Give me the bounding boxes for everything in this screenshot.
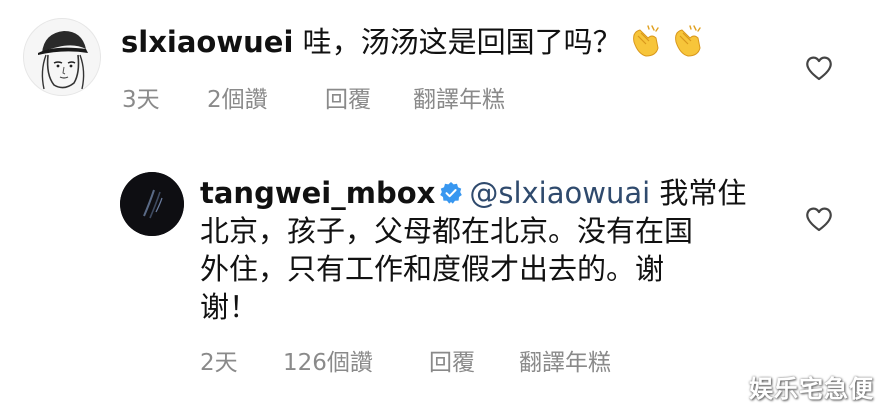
comment-meta: 2天 126個讚 回覆 翻譯年糕 bbox=[200, 343, 611, 377]
comment-username[interactable]: tangwei_mbox bbox=[200, 176, 435, 210]
comment-username[interactable]: slxiaowuei bbox=[121, 25, 293, 59]
likes-count[interactable]: 2個讚 bbox=[207, 80, 325, 114]
mention-link[interactable]: @slxiaowuai bbox=[469, 176, 650, 210]
translate-button[interactable]: 翻譯年糕 bbox=[413, 80, 505, 114]
reply-button[interactable]: 回覆 bbox=[429, 343, 519, 377]
comment-time: 3天 bbox=[122, 87, 160, 113]
comment-text-line: 谢！ bbox=[200, 290, 259, 324]
comment-time: 2天 bbox=[200, 350, 238, 376]
reply-button[interactable]: 回覆 bbox=[325, 80, 413, 114]
clapping-hands-icon bbox=[674, 25, 701, 57]
translate-button[interactable]: 翻譯年糕 bbox=[519, 343, 611, 377]
comment-meta: 3天 2個讚 回覆 翻譯年糕 bbox=[122, 80, 505, 114]
clapping-hands-icon bbox=[632, 25, 659, 57]
comment-text: 哇，汤汤这是回国了吗？ bbox=[302, 25, 622, 59]
heart-icon[interactable] bbox=[804, 54, 834, 82]
comment-body: tangwei_mbox @slxiaowuai 我常住 北京，孩子，父母都在北… bbox=[200, 174, 746, 326]
comment-body: slxiaowuei 哇，汤汤这是回国了吗？ bbox=[121, 22, 706, 61]
avatar[interactable] bbox=[23, 18, 101, 96]
verified-badge-icon bbox=[440, 182, 463, 204]
avatar[interactable] bbox=[120, 172, 184, 236]
likes-count[interactable]: 126個讚 bbox=[283, 343, 429, 377]
comment-text-line: 外住，只有工作和度假才出去的。谢 bbox=[200, 252, 665, 286]
comment-text-line: 我常住 bbox=[650, 176, 747, 210]
comment-text-line: 北京，孩子，父母都在北京。没有在国 bbox=[200, 214, 694, 248]
watermark: 娱乐宅急便 bbox=[749, 375, 874, 403]
heart-icon[interactable] bbox=[804, 205, 834, 233]
